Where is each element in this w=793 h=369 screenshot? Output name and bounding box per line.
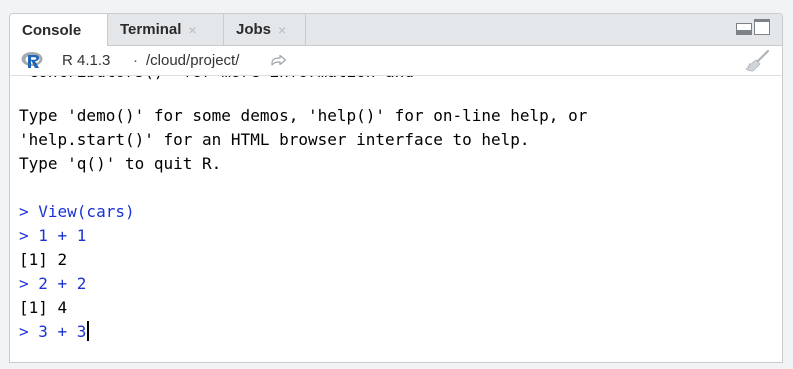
clear-console-broom-icon[interactable] — [744, 50, 770, 72]
tab-jobs-label: Jobs — [236, 21, 272, 38]
r-version-label: R 4.1.3 — [62, 52, 111, 69]
tab-console[interactable]: Console — [10, 14, 108, 46]
working-directory-path[interactable]: /cloud/project/ — [146, 52, 239, 69]
close-icon[interactable]: × — [278, 22, 286, 38]
tab-jobs[interactable]: Jobs × — [224, 14, 306, 45]
console-prompt-line[interactable]: > 3 + 3 — [19, 320, 90, 344]
close-icon[interactable]: × — [188, 22, 196, 38]
console-line: 'help.start()' for an HTML browser inter… — [19, 130, 530, 149]
goto-directory-icon[interactable] — [271, 54, 287, 66]
console-current-input: > 3 + 3 — [19, 322, 87, 341]
tab-terminal-label: Terminal — [120, 21, 182, 38]
tab-console-label: Console — [22, 21, 82, 39]
console-input-line: > View(cars) — [19, 202, 135, 221]
separator-dot: · — [133, 52, 138, 69]
console-toolbar: R 4.1.3 · /cloud/project/ — [10, 46, 782, 76]
console-pane: Console Terminal × Jobs × R 4.1.3 · /clo… — [9, 13, 783, 363]
console-input-line: > 2 + 2 — [19, 274, 87, 293]
console-output[interactable]: 'contributors()' for more information an… — [10, 76, 782, 362]
console-line: Type 'q()' to quit R. — [19, 154, 222, 173]
r-logo-icon — [21, 52, 43, 68]
console-line: [1] 2 — [19, 250, 68, 269]
console-clipped-line: 'contributors()' for more information an… — [19, 76, 414, 84]
pane-tabbar: Console Terminal × Jobs × — [10, 14, 782, 46]
minimize-pane-icon[interactable] — [736, 23, 752, 35]
maximize-pane-icon[interactable] — [754, 19, 770, 35]
console-input-line: > 1 + 1 — [19, 226, 87, 245]
console-line: [1] 4 — [19, 298, 68, 317]
text-cursor — [87, 321, 90, 341]
pane-window-controls — [736, 19, 770, 35]
tab-terminal[interactable]: Terminal × — [108, 14, 224, 45]
console-line: Type 'demo()' for some demos, 'help()' f… — [19, 106, 588, 125]
